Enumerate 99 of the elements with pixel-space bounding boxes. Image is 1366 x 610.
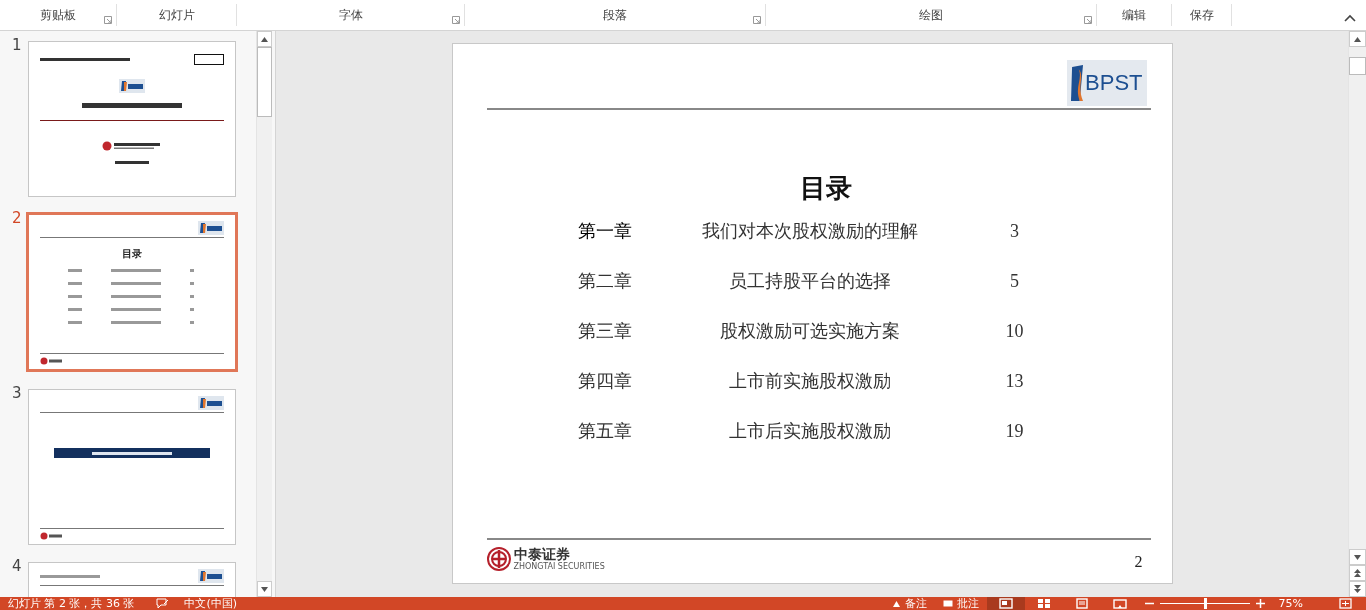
slide-thumbnail[interactable]	[28, 389, 236, 545]
page-number: 19	[1004, 420, 1025, 443]
caret-icon	[891, 599, 901, 608]
scrollbar[interactable]	[1348, 31, 1366, 597]
logo-icon	[40, 357, 62, 365]
chapter-label: 第三章	[576, 320, 633, 343]
up-arrow-icon	[261, 36, 268, 42]
down-arrow-icon	[261, 586, 268, 592]
text-placeholder-bar	[190, 282, 194, 285]
page-number: 13	[1004, 370, 1025, 393]
notes-button[interactable]: 备注	[883, 597, 935, 610]
scroll-down-button[interactable]	[1349, 549, 1366, 565]
flame-icon	[1071, 65, 1084, 101]
dialog-launcher-icon[interactable]	[1084, 16, 1092, 24]
double-down-arrow-icon	[1354, 585, 1361, 593]
text-placeholder-bar	[111, 308, 161, 311]
zoom-level[interactable]: 75%	[1278, 597, 1303, 610]
logo-icon	[198, 221, 224, 235]
text-placeholder-bar	[68, 282, 82, 285]
scroll-up-button[interactable]	[1349, 31, 1366, 47]
slide-title: 目录	[798, 172, 853, 204]
slide-count: 幻灯片 第 2 张，共 36 张	[8, 597, 135, 610]
text-placeholder-bar	[68, 308, 82, 311]
chapter-label: 第二章	[576, 270, 633, 293]
text-placeholder-bar	[111, 282, 161, 285]
company-name-english: ZHONGTAI SECURITIES	[513, 562, 605, 571]
logo-icon	[198, 569, 224, 583]
thumbnail-title: 目录	[122, 248, 142, 260]
fit-to-window-icon[interactable]	[1339, 598, 1352, 609]
normal-view-icon	[998, 598, 1013, 609]
slide-number: 3	[11, 385, 23, 401]
scroll-thumb[interactable]	[257, 47, 272, 117]
text-placeholder-bar	[190, 308, 194, 311]
scrollbar[interactable]	[256, 31, 272, 597]
dialog-launcher-icon[interactable]	[452, 16, 460, 24]
text-placeholder-bar	[68, 321, 82, 324]
page-number: 3	[1009, 220, 1020, 243]
text-placeholder-bar	[111, 321, 161, 324]
proofing-icon[interactable]	[156, 598, 171, 609]
chapter-label: 第五章	[576, 420, 633, 443]
text-placeholder-bar	[111, 295, 161, 298]
company-emblem-icon	[486, 546, 511, 571]
chapter-title: 我们对本次股权激励的理解	[700, 220, 919, 243]
zoom-slider-thumb[interactable]	[1203, 598, 1207, 609]
language-label[interactable]: 中文(中国)	[184, 597, 238, 610]
dialog-launcher-icon[interactable]	[753, 16, 761, 24]
up-arrow-icon	[1354, 36, 1361, 42]
text-placeholder-bar	[190, 295, 194, 298]
collapse-ribbon-icon[interactable]	[1344, 14, 1356, 22]
down-arrow-icon	[1354, 554, 1361, 560]
group-label: 剪贴板	[40, 8, 76, 22]
slide-number: 2	[11, 210, 23, 226]
text-placeholder-bar	[115, 161, 149, 164]
logo-icon	[40, 532, 62, 540]
group-label: 幻灯片	[158, 8, 195, 22]
slide-page-number: 2	[1134, 553, 1143, 571]
logo-icon	[198, 396, 224, 410]
slide-number: 4	[11, 558, 23, 574]
previous-slide-button[interactable]	[1349, 565, 1366, 581]
slide-thumbnail[interactable]: 目录	[26, 212, 238, 372]
chapter-title: 股权激励可选实施方案	[718, 320, 901, 343]
scroll-up-button[interactable]	[257, 31, 272, 47]
text-placeholder-bar	[190, 269, 194, 272]
chapter-title: 上市后实施股权激励	[727, 420, 892, 443]
group-label: 字体	[338, 8, 363, 22]
zoom-in-icon[interactable]	[1255, 599, 1265, 608]
scroll-down-button[interactable]	[257, 581, 272, 597]
company-name: 中泰证券	[513, 546, 570, 562]
normal-view-button[interactable]	[986, 597, 1025, 610]
text-placeholder-bar	[40, 574, 100, 578]
reading-view-icon	[1074, 598, 1089, 609]
group-label: 绘图	[919, 8, 943, 22]
slide-thumbnail[interactable]	[28, 41, 236, 197]
comment-icon	[942, 599, 953, 608]
logo-icon	[102, 141, 162, 151]
chapter-title: 员工持股平台的选择	[727, 270, 892, 293]
logo-icon	[119, 79, 145, 93]
group-label: 保存	[1189, 8, 1214, 22]
text-placeholder-bar	[190, 321, 194, 324]
slide-number: 1	[11, 37, 23, 53]
slideshow-icon	[1112, 598, 1127, 609]
chapter-label: 第一章	[576, 219, 633, 243]
slide-sorter-icon	[1036, 598, 1051, 609]
chapter-label: 第四章	[576, 370, 633, 393]
stamp-box	[194, 54, 224, 65]
page-number: 5	[1009, 270, 1020, 293]
text-placeholder-bar	[111, 269, 161, 272]
dialog-launcher-icon[interactable]	[104, 16, 112, 24]
comments-button[interactable]: 批注	[934, 597, 987, 610]
page-number: 10	[1004, 320, 1025, 343]
logo-text: BPST	[1085, 70, 1143, 96]
next-slide-button[interactable]	[1349, 581, 1366, 597]
group-label: 段落	[603, 8, 627, 22]
text-placeholder-bar	[68, 295, 82, 298]
double-up-arrow-icon	[1354, 569, 1361, 577]
chapter-title: 上市前实施股权激励	[727, 370, 892, 393]
text-placeholder-bar	[68, 269, 82, 272]
group-label: 编辑	[1122, 8, 1146, 22]
scroll-thumb[interactable]	[1349, 57, 1366, 75]
